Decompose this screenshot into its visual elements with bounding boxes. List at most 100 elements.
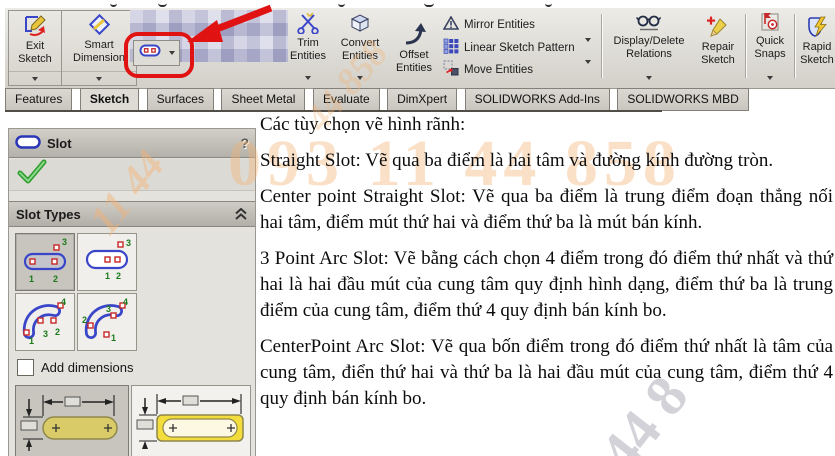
trim-entities-icon <box>296 12 320 37</box>
exit-sketch-button[interactable]: Exit Sketch <box>8 10 62 86</box>
dropdown-arrow-icon <box>305 75 311 80</box>
linear-sketch-pattern-dropdown[interactable] <box>585 38 591 60</box>
rapid-sketch-icon <box>806 16 828 41</box>
tab-solidworks-add-ins[interactable]: SOLIDWORKS Add-Ins <box>464 88 610 111</box>
svg-text:4: 4 <box>61 297 66 307</box>
display-delete-relations-label: Relations <box>626 48 672 60</box>
convert-entities-dropdown[interactable] <box>333 71 387 84</box>
paragraph-three-point-arc-slot: 3 Point Arc Slot: Vẽ bằng cách chọn 4 đi… <box>260 248 833 321</box>
toolbar-separator <box>601 14 602 78</box>
move-entities-label: Move Entities <box>464 63 534 76</box>
cropped-text-fragment <box>424 0 434 7</box>
dropdown-arrow-icon <box>357 75 363 80</box>
dimension-style-overall-length-button[interactable] <box>131 385 251 456</box>
tab-sheet-metal[interactable]: Sheet Metal <box>221 88 306 111</box>
move-entities-icon <box>443 60 459 79</box>
ok-button[interactable] <box>17 159 47 190</box>
svg-text:4: 4 <box>123 297 128 307</box>
paragraph-intro: Các tùy chọn vẽ hình rãnh: <box>260 114 466 135</box>
centerpoint-straight-slot-icon: 1 2 3 <box>85 238 131 281</box>
rapid-sketch-button[interactable]: Rapid Sketch <box>797 16 835 78</box>
convert-entities-button[interactable]: Convert Entities <box>333 12 387 84</box>
svg-text:1: 1 <box>29 274 34 284</box>
tab-surfaces[interactable]: Surfaces <box>146 88 214 111</box>
convert-entities-label: Entities <box>341 50 379 62</box>
slot-type-centerpoint-straight-slot-button[interactable]: 1 2 3 <box>77 233 137 291</box>
commandmanager-tabs: Features Sketch Surfaces Sheet Metal Eva… <box>5 88 752 111</box>
rapid-sketch-label: Sketch <box>800 54 834 66</box>
slot-type-straight-slot-button[interactable]: 1 2 3 <box>15 233 75 291</box>
tab-features[interactable]: Features <box>5 88 73 111</box>
smart-dimension-dropdown[interactable] <box>62 71 136 85</box>
toolbar-separator <box>745 14 746 78</box>
slot-type-centerpoint-arc-slot-button[interactable]: 1 2 3 4 <box>77 293 137 351</box>
exit-sketch-label: Exit <box>25 40 45 52</box>
trim-entities-button[interactable]: Trim Entities <box>285 12 331 84</box>
svg-text:3: 3 <box>126 238 131 248</box>
dimension-style-center-to-center-button[interactable] <box>15 385 129 456</box>
quick-snaps-label: Quick <box>755 35 785 47</box>
quick-snaps-dropdown[interactable] <box>749 71 791 84</box>
mirror-entities-button[interactable]: Mirror Entities <box>442 15 535 34</box>
slot-types-group-header[interactable]: Slot Types <box>9 201 255 227</box>
add-dimensions-label: Add dimensions <box>41 360 134 375</box>
linear-sketch-pattern-icon <box>443 38 459 57</box>
convert-entities-icon <box>348 12 372 37</box>
quick-snaps-button[interactable]: Quick Snaps <box>749 12 791 84</box>
rapid-sketch-label: Rapid <box>802 41 832 53</box>
svg-text:1: 1 <box>105 271 110 281</box>
display-delete-relations-label: Display/Delete <box>613 35 685 47</box>
quick-snaps-label: Snaps <box>754 48 786 60</box>
svg-text:2: 2 <box>53 274 58 284</box>
collapse-chevron-icon[interactable] <box>234 208 248 220</box>
paragraph-straight-slot: Straight Slot: Vẽ qua ba điểm là hai tâm… <box>260 150 774 171</box>
smart-dimension-label: Smart <box>84 39 114 51</box>
help-button[interactable]: ? <box>240 135 249 151</box>
display-delete-relations-dropdown[interactable] <box>605 71 693 84</box>
overall-length-dimension-icon <box>136 394 244 449</box>
linear-sketch-pattern-button[interactable]: Linear Sketch Pattern <box>443 38 575 57</box>
dropdown-arrow-icon <box>96 76 102 81</box>
svg-text:2: 2 <box>55 327 60 337</box>
add-dimensions-row: Add dimensions <box>17 359 134 376</box>
solidworks-slot-tutorial-page: 093 11 44 858 11 44 44 858 1 44 8 Exit S… <box>0 0 835 456</box>
linear-sketch-pattern-label: Linear Sketch Pattern <box>464 41 575 54</box>
mirror-entities-icon <box>442 15 460 34</box>
slot-types-title: Slot Types <box>16 206 81 222</box>
svg-text:2: 2 <box>116 271 121 281</box>
display-delete-relations-button[interactable]: Display/Delete Relations <box>605 12 693 84</box>
exit-sketch-icon <box>22 13 48 40</box>
offset-entities-button[interactable]: Offset Entities <box>389 22 439 80</box>
repair-sketch-icon <box>707 16 729 41</box>
annotation-circle <box>124 32 194 78</box>
move-entities-button[interactable]: Move Entities <box>443 60 533 79</box>
exit-sketch-dropdown[interactable] <box>9 71 61 85</box>
tab-dimxpert[interactable]: DimXpert <box>387 88 458 111</box>
repair-sketch-label: Sketch <box>701 54 735 66</box>
dropdown-arrow-icon <box>646 75 652 80</box>
svg-text:1: 1 <box>29 336 34 346</box>
cropped-text-fragment <box>338 0 345 7</box>
toolbar-separator <box>794 14 795 78</box>
dropdown-arrow-icon <box>585 60 591 81</box>
trim-entities-label: Entities <box>289 50 327 62</box>
dropdown-arrow-icon <box>585 38 591 59</box>
trim-entities-dropdown[interactable] <box>285 71 331 84</box>
tab-sketch[interactable]: Sketch <box>79 88 140 111</box>
repair-sketch-button[interactable]: Repair Sketch <box>695 16 741 78</box>
svg-text:1: 1 <box>111 333 116 343</box>
centerpoint-arc-slot-icon: 1 2 3 4 <box>82 297 128 343</box>
slot-type-three-point-arc-slot-button[interactable]: 1 2 3 4 <box>15 293 75 351</box>
smart-dimension-icon <box>87 13 111 39</box>
tab-evaluate[interactable]: Evaluate <box>312 88 380 111</box>
sketch-toolbar: Exit Sketch Smart Dimension Trim Entitie… <box>5 4 835 89</box>
add-dimensions-checkbox[interactable] <box>17 359 34 376</box>
tab-solidworks-mbd[interactable]: SOLIDWORKS MBD <box>617 88 749 111</box>
cropped-text-fragment <box>545 0 552 7</box>
panel-header: Slot ? <box>9 129 255 158</box>
mirror-entities-label: Mirror Entities <box>464 19 535 31</box>
dropdown-arrow-icon <box>32 76 38 81</box>
cropped-text-fragment <box>110 0 117 7</box>
offset-entities-icon <box>402 22 426 49</box>
move-entities-dropdown[interactable] <box>585 60 591 82</box>
